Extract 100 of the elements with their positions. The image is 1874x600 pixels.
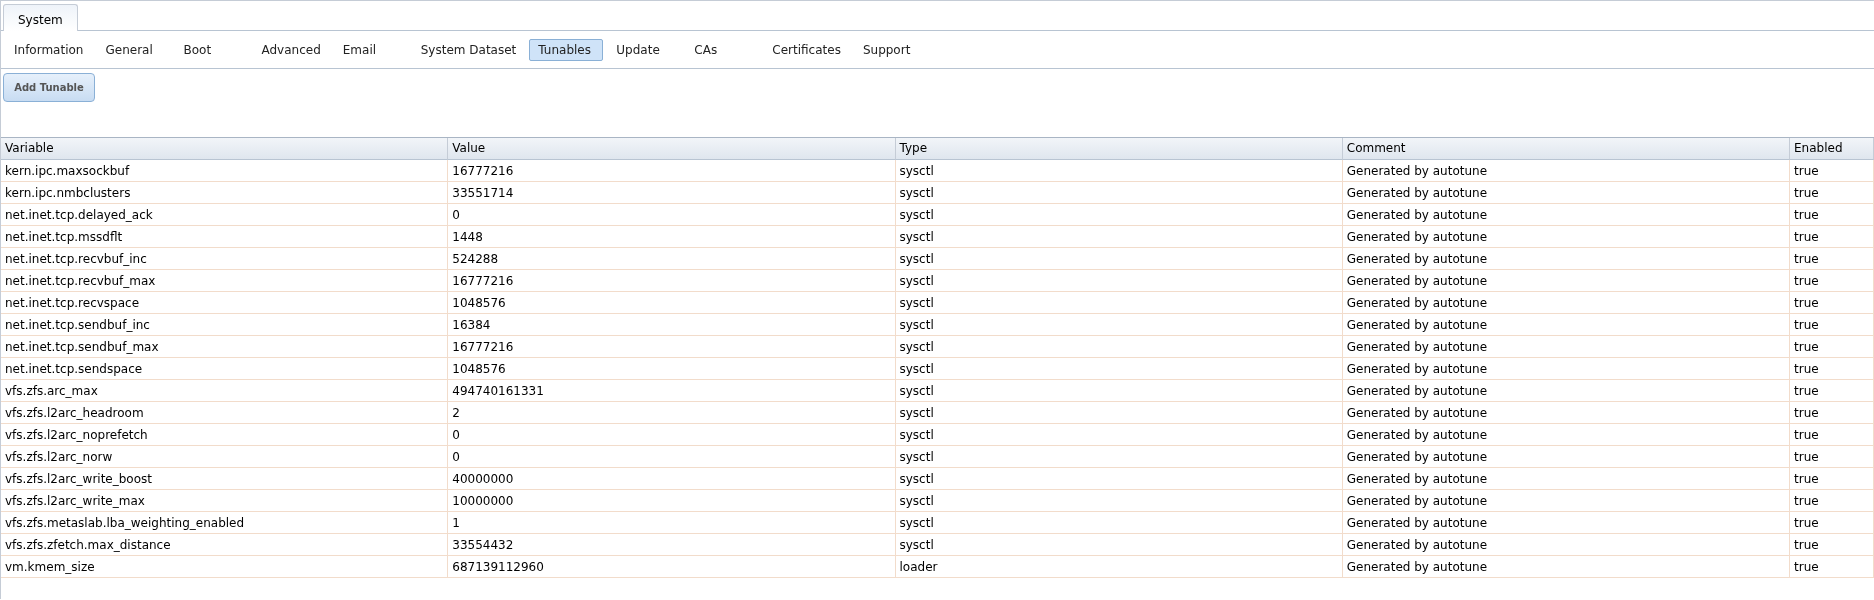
table-cell: sysctl <box>895 358 1343 380</box>
table-cell: vfs.zfs.l2arc_norw <box>1 446 449 468</box>
table-cell: sysctl <box>895 182 1343 204</box>
tab[interactable]: Boot <box>174 38 249 61</box>
column-header[interactable]: Enabled <box>1790 138 1874 160</box>
table-cell: Generated by autotune <box>1342 182 1790 204</box>
table-cell: sysctl <box>895 534 1343 556</box>
table-cell: sysctl <box>895 402 1343 424</box>
table-cell: true <box>1790 446 1874 468</box>
table-cell: 494740161331 <box>448 380 896 402</box>
table-cell: vfs.zfs.l2arc_write_max <box>1 490 449 512</box>
table-cell: true <box>1790 512 1874 534</box>
table-cell: 10000000 <box>448 490 896 512</box>
table-cell: true <box>1790 424 1874 446</box>
table-cell: net.inet.tcp.delayed_ack <box>1 204 449 226</box>
table-cell: Generated by autotune <box>1342 446 1790 468</box>
column-header[interactable]: Type <box>895 138 1343 160</box>
table-cell: Generated by autotune <box>1342 490 1790 512</box>
table-cell: 524288 <box>448 248 896 270</box>
table-cell: 687139112960 <box>448 556 896 578</box>
table-cell: sysctl <box>895 468 1343 490</box>
table-cell: 1448 <box>448 226 896 248</box>
table-cell: true <box>1790 182 1874 204</box>
table-cell: 33551714 <box>448 182 896 204</box>
table-cell: Generated by autotune <box>1342 402 1790 424</box>
table-cell: sysctl <box>895 160 1343 182</box>
table-cell: kern.ipc.nmbclusters <box>1 182 449 204</box>
table-cell: vfs.zfs.arc_max <box>1 380 449 402</box>
tab[interactable]: Update <box>607 38 682 61</box>
table-cell: net.inet.tcp.mssdflt <box>1 226 449 248</box>
table-cell: 16777216 <box>448 336 896 358</box>
table-cell: Generated by autotune <box>1342 512 1790 534</box>
tab[interactable]: Information <box>5 38 93 61</box>
tab[interactable]: General <box>96 38 171 61</box>
tab[interactable]: System <box>3 4 78 31</box>
table-cell: Generated by autotune <box>1342 248 1790 270</box>
table-cell: sysctl <box>895 424 1343 446</box>
table-cell: sysctl <box>895 292 1343 314</box>
add-tunable-button[interactable]: Add Tunable <box>3 73 95 102</box>
table-cell: sysctl <box>895 512 1343 534</box>
column-header[interactable]: Comment <box>1342 138 1790 160</box>
table-cell: 33554432 <box>448 534 896 556</box>
table-cell: sysctl <box>895 490 1343 512</box>
table-cell: true <box>1790 160 1874 182</box>
table-cell: sysctl <box>895 380 1343 402</box>
table-cell: Generated by autotune <box>1342 556 1790 578</box>
table-cell: Generated by autotune <box>1342 270 1790 292</box>
table-cell: Generated by autotune <box>1342 314 1790 336</box>
table-cell: 16777216 <box>448 160 896 182</box>
table-cell: 40000000 <box>448 468 896 490</box>
table-cell: 0 <box>448 204 896 226</box>
table-cell: vfs.zfs.l2arc_noprefetch <box>1 424 449 446</box>
table-cell: Generated by autotune <box>1342 292 1790 314</box>
table-cell: true <box>1790 534 1874 556</box>
table-cell: 0 <box>448 446 896 468</box>
table-cell: 1048576 <box>448 292 896 314</box>
table-cell: true <box>1790 248 1874 270</box>
table-cell: sysctl <box>895 446 1343 468</box>
tab[interactable]: Certificates <box>763 38 850 61</box>
table-cell: 1048576 <box>448 358 896 380</box>
table-cell: 16384 <box>448 314 896 336</box>
tab[interactable]: Advanced <box>252 38 330 61</box>
table-cell: Generated by autotune <box>1342 358 1790 380</box>
tab[interactable]: Support <box>853 38 928 61</box>
table-cell: net.inet.tcp.recvspace <box>1 292 449 314</box>
table-cell: 1 <box>448 512 896 534</box>
table-cell: loader <box>895 556 1343 578</box>
table-cell: true <box>1790 226 1874 248</box>
column-header[interactable]: Value <box>448 138 896 160</box>
table-cell: Generated by autotune <box>1342 424 1790 446</box>
table-cell: Generated by autotune <box>1342 226 1790 248</box>
table-cell: net.inet.tcp.sendbuf_max <box>1 336 449 358</box>
table-cell: Generated by autotune <box>1342 160 1790 182</box>
table-cell: true <box>1790 402 1874 424</box>
table-cell: true <box>1790 556 1874 578</box>
tab[interactable]: Email <box>333 38 408 61</box>
table-cell: true <box>1790 358 1874 380</box>
tab[interactable]: CAs <box>685 38 760 61</box>
table-cell: sysctl <box>895 270 1343 292</box>
table-cell: sysctl <box>895 314 1343 336</box>
column-header[interactable]: Variable <box>1 138 449 160</box>
table-cell: 2 <box>448 402 896 424</box>
table-cell: 16777216 <box>448 270 896 292</box>
table-cell: net.inet.tcp.sendbuf_inc <box>1 314 449 336</box>
table-cell: Generated by autotune <box>1342 336 1790 358</box>
table-cell: vm.kmem_size <box>1 556 449 578</box>
table-cell: Generated by autotune <box>1342 204 1790 226</box>
table-cell: net.inet.tcp.recvbuf_inc <box>1 248 449 270</box>
table-cell: true <box>1790 468 1874 490</box>
tab[interactable]: Tunables <box>529 38 604 61</box>
table-cell: vfs.zfs.metaslab.lba_weighting_enabled <box>1 512 449 534</box>
table-cell: vfs.zfs.zfetch.max_distance <box>1 534 449 556</box>
table-cell: vfs.zfs.l2arc_headroom <box>1 402 449 424</box>
table-cell: true <box>1790 314 1874 336</box>
table-cell: true <box>1790 204 1874 226</box>
table-cell: true <box>1790 490 1874 512</box>
table-cell: sysctl <box>895 204 1343 226</box>
table-cell: net.inet.tcp.recvbuf_max <box>1 270 449 292</box>
tab[interactable]: System Dataset <box>411 38 526 61</box>
table-cell: Generated by autotune <box>1342 468 1790 490</box>
